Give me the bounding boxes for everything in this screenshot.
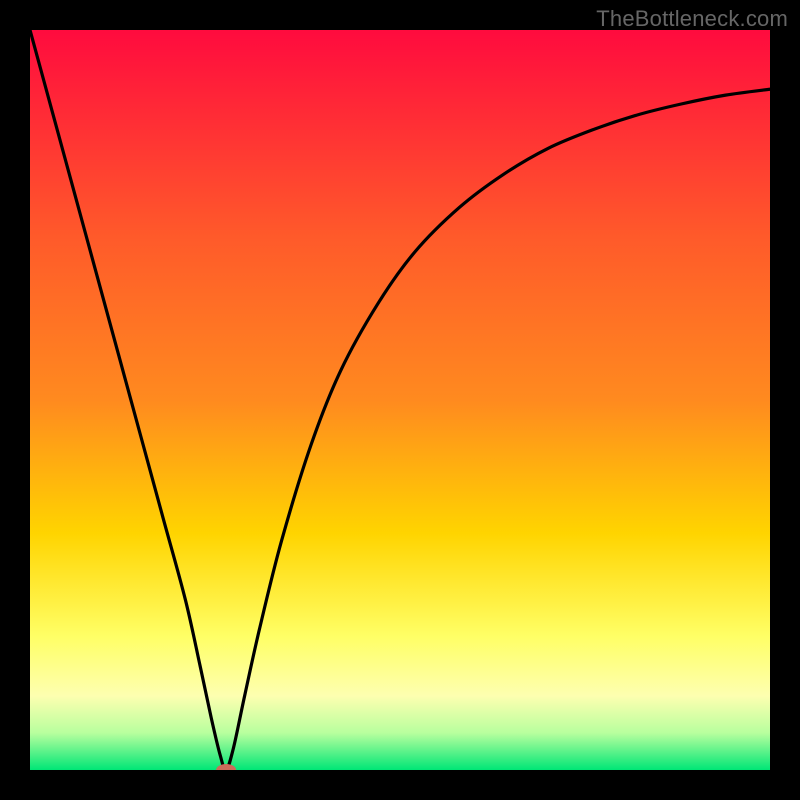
chart-frame: TheBottleneck.com <box>0 0 800 800</box>
chart-svg <box>30 30 770 770</box>
plot-area <box>30 30 770 770</box>
watermark-text: TheBottleneck.com <box>596 6 788 32</box>
gradient-background <box>30 30 770 770</box>
